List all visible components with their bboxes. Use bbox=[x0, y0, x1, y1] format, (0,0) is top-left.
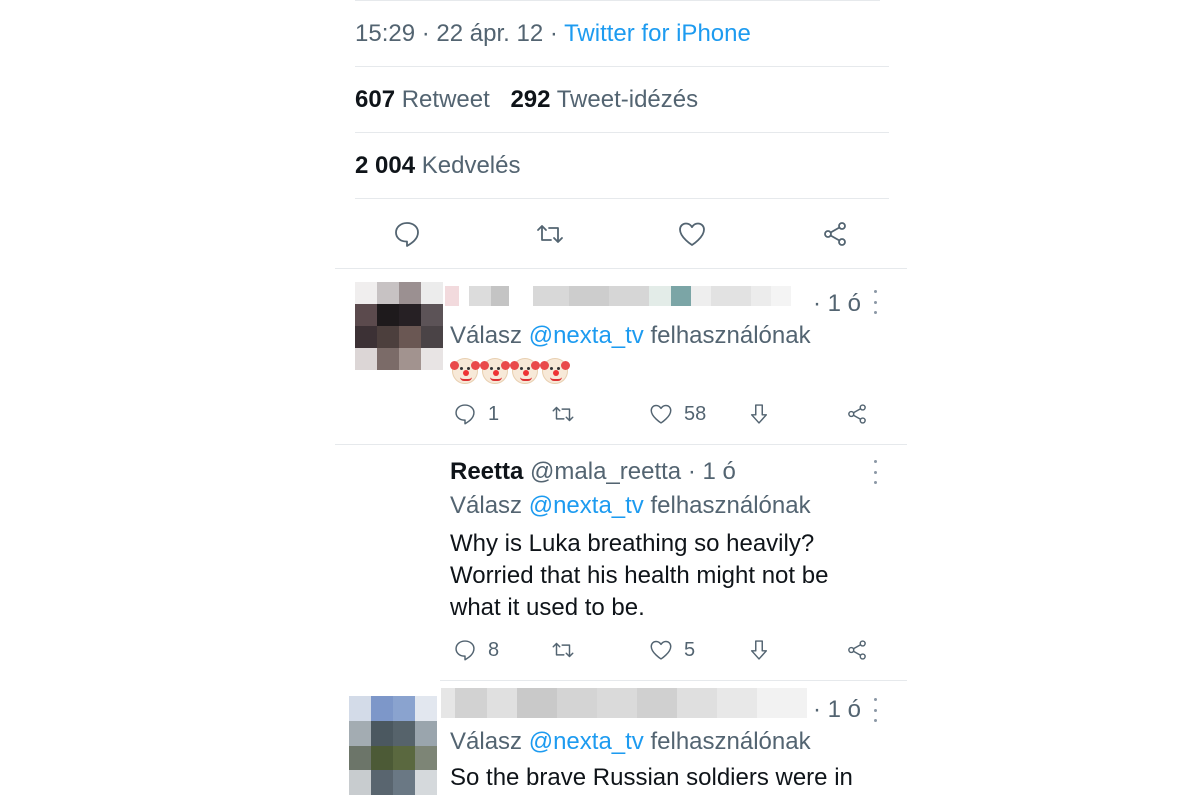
mention-link[interactable]: @nexta_tv bbox=[529, 728, 644, 755]
like-stats: 2 004 Kedvelés bbox=[355, 152, 520, 180]
divider bbox=[440, 680, 907, 681]
reply-text: So the brave Russian soldiers were in bbox=[450, 764, 853, 791]
reply-header: Reetta @mala_reetta · 1 ó bbox=[450, 458, 736, 486]
clown-face-icon bbox=[510, 358, 540, 384]
divider bbox=[335, 268, 907, 269]
like-button[interactable]: 58 bbox=[648, 401, 706, 427]
like-count: 58 bbox=[684, 402, 707, 425]
retweet-count[interactable]: 607 bbox=[355, 86, 395, 113]
reply-context: Válasz @nexta_tv felhasználónak bbox=[450, 728, 811, 755]
divider bbox=[335, 444, 907, 445]
like-icon bbox=[679, 222, 705, 246]
reply-button[interactable]: 1 bbox=[452, 401, 499, 427]
mention-link[interactable]: @nexta_tv bbox=[529, 492, 644, 519]
share-button[interactable] bbox=[844, 401, 870, 427]
like-label[interactable]: Kedvelés bbox=[422, 152, 521, 179]
avatar[interactable] bbox=[349, 696, 437, 795]
like-icon bbox=[650, 404, 672, 424]
user-handle[interactable]: @mala_reetta bbox=[530, 458, 681, 485]
share-icon bbox=[824, 222, 846, 246]
username-blurred[interactable] bbox=[445, 286, 801, 306]
display-name[interactable]: Reetta bbox=[450, 458, 523, 485]
reply-count: 1 bbox=[488, 402, 500, 425]
retweet-button[interactable] bbox=[550, 637, 576, 663]
tweet-date: 22 ápr. 12 bbox=[436, 20, 544, 47]
tweet-metadata: 15:29 · 22 ápr. 12 · Twitter for iPhone bbox=[355, 20, 751, 47]
reply-text: Why is Luka breathing so heavily? Worrie… bbox=[450, 530, 829, 621]
share-icon bbox=[848, 404, 866, 424]
retweet-button[interactable] bbox=[530, 214, 570, 254]
like-button[interactable] bbox=[672, 214, 712, 254]
more-options-icon[interactable] bbox=[865, 460, 885, 484]
retweet-button[interactable] bbox=[550, 401, 576, 427]
avatar[interactable] bbox=[355, 282, 443, 370]
quote-count[interactable]: 292 bbox=[510, 86, 550, 113]
mention-link[interactable]: @nexta_tv bbox=[529, 322, 644, 349]
reply-time[interactable]: · 1 ó bbox=[813, 290, 861, 318]
arrow-down-icon bbox=[750, 404, 768, 424]
reply-context: Válasz @nexta_tv felhasználónak bbox=[450, 322, 811, 349]
retweet-stats: 607 Retweet 292 Tweet-idézés bbox=[355, 86, 698, 114]
tweet-detail: 15:29 · 22 ápr. 12 · Twitter for iPhone … bbox=[335, 0, 907, 795]
reply-time[interactable]: · 1 ó bbox=[813, 696, 861, 724]
more-options-icon[interactable] bbox=[865, 290, 885, 314]
retweet-icon bbox=[537, 225, 563, 243]
retweet-icon bbox=[552, 642, 574, 658]
like-icon bbox=[650, 640, 672, 660]
reply-icon bbox=[455, 640, 475, 661]
reply-icon bbox=[455, 404, 475, 425]
like-button[interactable]: 5 bbox=[648, 637, 695, 663]
divider bbox=[355, 198, 889, 199]
share-icon bbox=[848, 640, 866, 660]
username-blurred[interactable] bbox=[441, 688, 807, 718]
clown-face-icon bbox=[540, 358, 570, 384]
quote-label[interactable]: Tweet-idézés bbox=[557, 86, 698, 113]
more-options-icon[interactable] bbox=[865, 698, 885, 722]
like-count: 5 bbox=[684, 638, 696, 661]
like-count[interactable]: 2 004 bbox=[355, 152, 415, 179]
reply-time[interactable]: · 1 ó bbox=[688, 458, 736, 485]
retweet-label[interactable]: Retweet bbox=[402, 86, 490, 113]
share-button[interactable] bbox=[844, 637, 870, 663]
tweet-time: 15:29 bbox=[355, 20, 416, 47]
downvote-button[interactable] bbox=[746, 637, 772, 663]
share-button[interactable] bbox=[815, 214, 855, 254]
reply-count: 8 bbox=[488, 638, 500, 661]
tweet-source-link[interactable]: Twitter for iPhone bbox=[564, 20, 751, 47]
divider bbox=[355, 0, 880, 1]
reply-icon bbox=[395, 222, 419, 247]
divider bbox=[355, 132, 889, 133]
clown-face-icon bbox=[450, 358, 480, 384]
reply-button[interactable] bbox=[387, 214, 427, 254]
reply-context: Válasz @nexta_tv felhasználónak bbox=[450, 492, 811, 519]
retweet-icon bbox=[552, 406, 574, 422]
divider bbox=[355, 66, 889, 67]
clown-face-icon bbox=[480, 358, 510, 384]
reply-button[interactable]: 8 bbox=[452, 637, 499, 663]
arrow-down-icon bbox=[750, 640, 768, 660]
downvote-button[interactable] bbox=[746, 401, 772, 427]
